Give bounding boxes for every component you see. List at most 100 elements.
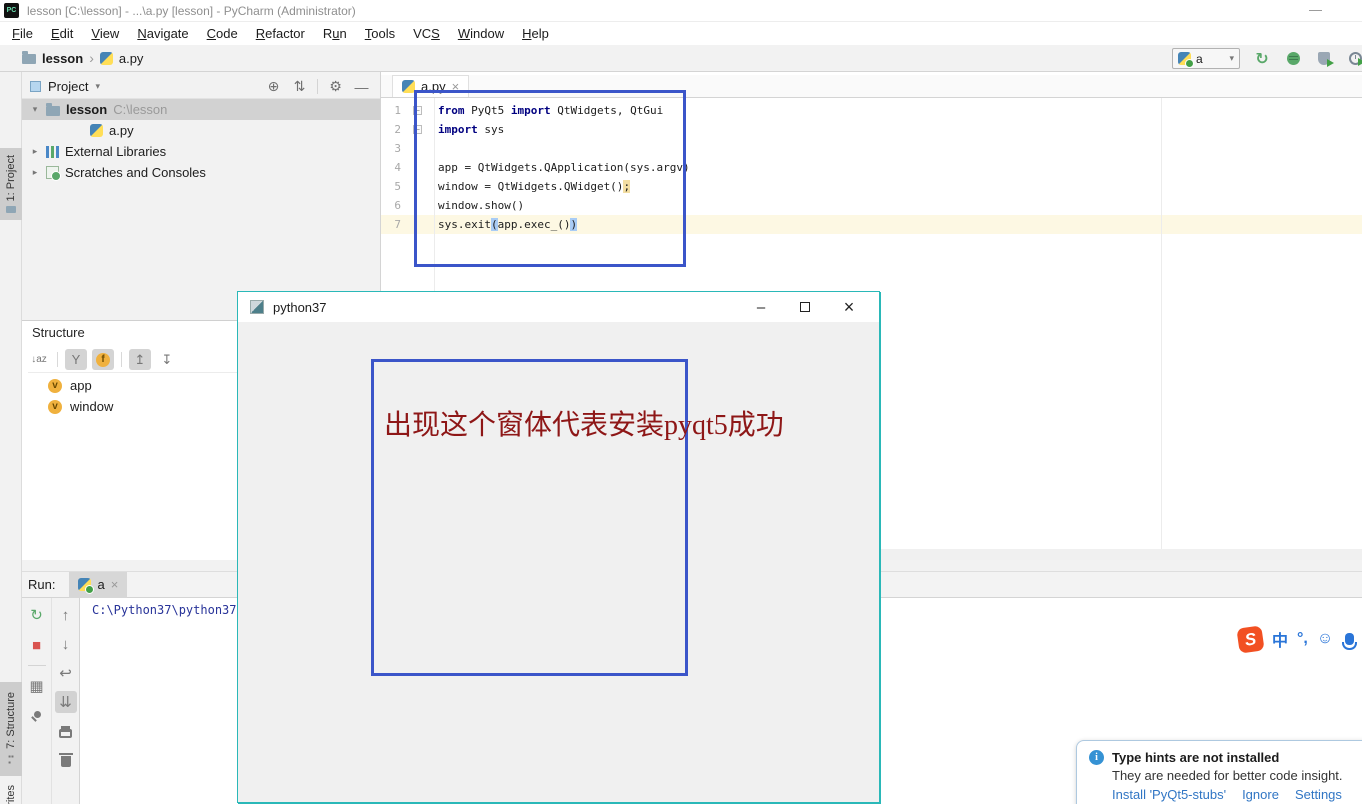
libs-icon [46, 146, 59, 158]
project-view-icon [30, 81, 41, 92]
show-fields-icon-badge: f [96, 353, 110, 367]
breadcrumb: lesson › a.py [22, 45, 143, 71]
collapse-all-icon[interactable]: ⇅ [291, 78, 308, 95]
pycharm-logo-icon: PC [4, 3, 19, 18]
stripe-tab-structure[interactable]: 7: Structure ▪▪▪ [0, 682, 22, 776]
collapse-all-icon[interactable]: ↧ [156, 349, 178, 370]
menu-view[interactable]: View [82, 22, 128, 45]
menu-navigate[interactable]: Navigate [128, 22, 197, 45]
menu-help[interactable]: Help [513, 22, 558, 45]
rerun-icon[interactable]: ↻ [26, 604, 48, 626]
run-console-toolbar: ↑ ↓ ↩ ⇊ [52, 598, 80, 804]
close-tab-icon[interactable]: × [111, 580, 119, 590]
project-header-icons: ⊕ ⇅ ⚙ — [265, 78, 380, 95]
pyqt-close-button[interactable]: × [827, 292, 871, 322]
breadcrumb-file[interactable]: a.py [119, 51, 144, 66]
microphone-icon[interactable] [1345, 633, 1354, 645]
menu-run[interactable]: Run [314, 22, 356, 45]
stripe-tab-project[interactable]: 1: Project [0, 148, 22, 220]
coverage-icon [1318, 52, 1330, 65]
menu-code[interactable]: Code [198, 22, 247, 45]
menu-vcs[interactable]: VCS [404, 22, 449, 45]
breadcrumb-project[interactable]: lesson [42, 51, 83, 66]
title-bar[interactable]: PC lesson [C:\lesson] - ...\a.py [lesson… [0, 0, 1362, 22]
punctuation-icon[interactable]: °, [1297, 630, 1308, 648]
hide-panel-icon[interactable]: — [353, 79, 370, 95]
annotation-rect-code [414, 90, 686, 267]
separator [317, 79, 318, 94]
run-with-coverage-action[interactable] [1314, 49, 1334, 69]
tree-label: a.py [109, 123, 134, 138]
tree-item-path: C:\lesson [113, 102, 167, 117]
profiler-action[interactable] [1345, 49, 1362, 69]
run-tab-label: a [97, 577, 104, 592]
chevron-icon[interactable]: ▾ [30, 104, 40, 115]
app-window-icon [250, 300, 264, 314]
menu-bar: FileEditViewNavigateCodeRefactorRunTools… [0, 22, 1362, 45]
notification-link-settings[interactable]: Settings [1295, 787, 1342, 802]
variable-icon: v [48, 400, 62, 414]
notification-link-install-pyqt5-stubs[interactable]: Install 'PyQt5-stubs' [1112, 787, 1226, 802]
separator [28, 665, 46, 666]
chevron-icon[interactable]: ▸ [30, 146, 40, 157]
restore-layout-icon[interactable]: ▦ [26, 675, 48, 697]
tree-label: External Libraries [65, 144, 166, 159]
notification-balloon: i Type hints are not installed They are … [1076, 740, 1362, 804]
info-icon: i [1089, 750, 1104, 765]
stripe-tab-favorites[interactable]: 2: Favorites ★ [0, 778, 22, 804]
python-icon [90, 124, 103, 137]
menu-file[interactable]: File [3, 22, 42, 45]
menu-edit[interactable]: Edit [42, 22, 82, 45]
pin-icon[interactable] [26, 705, 48, 727]
emoji-icon[interactable]: ☺ [1317, 630, 1333, 648]
annotation-text: 出现这个窗体代表安装pyqt5成功 [384, 403, 784, 443]
locate-icon[interactable]: ⊕ [265, 78, 282, 95]
maximize-icon [800, 302, 810, 312]
scroll-to-end-icon[interactable]: ⇊ [55, 691, 77, 713]
structure-panel-title: Structure [32, 325, 85, 340]
chevron-icon[interactable]: ▸ [30, 167, 40, 178]
project-panel-header: Project ▾ ⊕ ⇅ ⚙ — [22, 75, 380, 99]
expand-all-icon[interactable]: ↥ [129, 349, 151, 370]
visibility-filter-icon[interactable]: Y [65, 349, 87, 370]
pyqt-maximize-button[interactable] [783, 292, 827, 322]
right-margin-guide [1161, 98, 1162, 549]
tree-item-a-py[interactable]: a.py [22, 120, 380, 141]
line-number: 5 [381, 177, 401, 196]
soft-wrap-icon[interactable]: ↩ [55, 662, 77, 684]
line-number: 3 [381, 139, 401, 158]
settings-gear-icon[interactable]: ⚙ [327, 78, 344, 95]
menu-tools[interactable]: Tools [356, 22, 404, 45]
project-panel: Project ▾ ⊕ ⇅ ⚙ — ▾ lesson C:\lesson a.py ▸ Exte… [22, 72, 380, 320]
clear-console-icon[interactable] [55, 749, 77, 771]
run-configuration-select[interactable]: a ▾ [1172, 48, 1240, 69]
tree-item-lesson[interactable]: ▾ lesson C:\lesson [22, 99, 380, 120]
notification-link-ignore[interactable]: Ignore [1242, 787, 1279, 802]
down-stack-trace-icon[interactable]: ↓ [55, 633, 77, 655]
tree-label: lesson [66, 102, 107, 117]
stop-icon[interactable]: ■ [26, 634, 48, 656]
window-minimize-button[interactable]: — [1303, 0, 1328, 22]
tree-item-scratches-and-consoles[interactable]: ▸Scratches and Consoles [22, 162, 380, 183]
sogou-logo[interactable]: S [1236, 625, 1264, 653]
menu-refactor[interactable]: Refactor [247, 22, 314, 45]
up-stack-trace-icon[interactable]: ↑ [55, 604, 77, 626]
line-number: 4 [381, 158, 401, 177]
python-file-icon [100, 52, 113, 65]
project-panel-title[interactable]: Project [48, 79, 88, 94]
tree-item-external-libraries[interactable]: ▸ External Libraries [22, 141, 380, 162]
menu-window[interactable]: Window [449, 22, 513, 45]
sort-alphabetically-icon[interactable]: ↓az [28, 349, 50, 370]
show-fields-icon[interactable]: f [92, 349, 114, 370]
chinese-mode-icon[interactable]: 中 [1272, 627, 1288, 651]
print-icon [59, 729, 72, 738]
debug-action[interactable] [1283, 49, 1303, 69]
navigation-bar: lesson › a.py a ▾ ↻⋮ [0, 45, 1362, 72]
run-tab-a[interactable]: a × [69, 572, 127, 598]
structure-icon: ▪▪▪ [8, 754, 14, 766]
rerun-action[interactable]: ↻ [1252, 49, 1272, 69]
pyqt-minimize-button[interactable]: – [739, 292, 783, 322]
chevron-down-icon: ▾ [95, 81, 100, 92]
print-icon[interactable] [55, 720, 77, 742]
window-title: lesson [C:\lesson] - ...\a.py [lesson] -… [27, 4, 356, 18]
